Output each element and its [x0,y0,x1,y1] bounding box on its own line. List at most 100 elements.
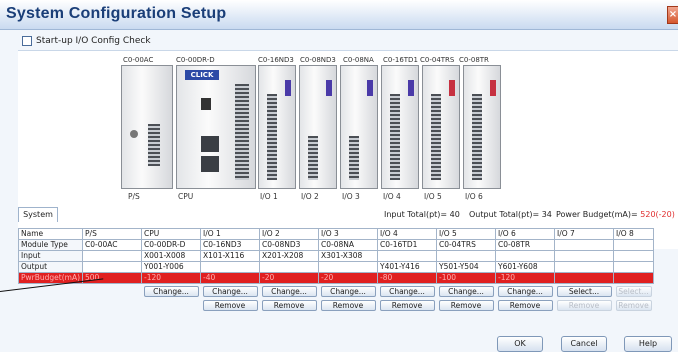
io3-terminal [349,136,359,180]
ethernet-port-icon [201,136,219,152]
table-cell [554,272,615,284]
table-cell: Y401-Y416 [377,261,438,273]
table-cell: C0-16ND3 [200,239,261,251]
remove-button-io6[interactable]: Remove [497,299,553,311]
table-cell: -120 [141,272,202,284]
table-cell: C0-08TR [495,239,556,251]
slot-label-io3: I/O 3 [342,192,360,201]
io1-color-stripe [285,80,291,96]
table-row: Module Type C0-00AC C0-00DR-D C0-16ND3 C… [17,239,655,251]
col-header: I/O 1 [200,228,261,240]
startup-checkbox-label: Start-up I/O Config Check [36,36,151,46]
spacer-cell [18,298,83,312]
io-module-2[interactable] [299,65,337,189]
module-label-io5: C0-04TRS [420,56,455,64]
tab-system[interactable]: System [18,207,58,222]
table-cell [554,239,615,251]
table-cell: X301-X308 [318,250,379,262]
startup-checkbox[interactable] [22,36,32,46]
remove-button-io4[interactable]: Remove [379,299,435,311]
remove-button-io5[interactable]: Remove [438,299,494,311]
change-button-row: Change... Change... Change... Change... … [18,283,654,298]
module-label-io1: C0-16ND3 [258,56,294,64]
module-label-io2: C0-08ND3 [300,56,336,64]
table-cell: C0-08ND3 [259,239,320,251]
table-cell: -20 [259,272,320,284]
io-module-6[interactable] [463,65,501,189]
change-button-io3[interactable]: Change... [320,285,376,297]
remove-button-io8: Remove [615,299,652,311]
power-supply-module[interactable] [121,65,173,189]
power-budget-value: 520(-20) [640,210,675,219]
col-header: CPU [141,228,202,240]
close-button[interactable]: × [667,6,678,24]
table-cell: Y001-Y006 [141,261,202,273]
table-cell: C0-00DR-D [141,239,202,251]
col-header: I/O 7 [554,228,615,240]
remove-button-io2[interactable]: Remove [261,299,317,311]
serial-port-icon [201,156,219,172]
table-cell: 500 [82,272,143,284]
help-button[interactable]: Help [624,336,672,352]
slot-label-io5: I/O 5 [424,192,442,201]
change-button-io6[interactable]: Change... [497,285,553,297]
change-button-io5[interactable]: Change... [438,285,494,297]
table-cell [613,261,655,273]
slot-label-cpu: CPU [178,192,194,201]
table-cell [554,250,615,262]
ps-indicator-icon [130,130,138,138]
io1-terminal [267,94,277,180]
cpu-module[interactable]: CLICK [176,65,256,189]
window-title: System Configuration Setup [6,5,227,22]
row-label-output: Output [17,261,84,273]
table-cell [613,239,655,251]
table-cell [377,250,438,262]
module-label-io3: C0-08NA [343,56,374,64]
table-cell [318,261,379,273]
table-cell: Y501-Y504 [436,261,497,273]
table-cell: -120 [495,272,556,284]
power-budget-row: PwrBudget(mA) 500 -120 -40 -20 -20 -80 -… [17,272,655,284]
ok-button[interactable]: OK [497,336,543,352]
module-label-ps: C0-00AC [123,56,154,64]
col-header: I/O 3 [318,228,379,240]
col-header: I/O 8 [613,228,655,240]
io6-terminal [472,94,482,180]
io4-color-stripe [408,80,414,96]
select-button-io7[interactable]: Select... [556,285,612,297]
change-button-io4[interactable]: Change... [379,285,435,297]
spacer-cell [82,283,142,298]
io-module-5[interactable] [422,65,460,189]
io2-terminal [308,136,318,180]
io-module-3[interactable] [340,65,378,189]
cpu-port-icon [201,98,211,110]
table-row: Output Y001-Y006 Y401-Y416 Y501-Y504 Y60… [17,261,655,273]
slot-label-io4: I/O 4 [383,192,401,201]
startup-io-config-check[interactable]: Start-up I/O Config Check [22,36,151,46]
change-button-io1[interactable]: Change... [202,285,258,297]
table-cell [82,250,143,262]
col-header: I/O 2 [259,228,320,240]
module-label-io4: C0-16TD1 [383,56,418,64]
cancel-button[interactable]: Cancel [561,336,607,352]
table-cell [495,250,556,262]
remove-button-io3[interactable]: Remove [320,299,376,311]
change-button-io2[interactable]: Change... [261,285,317,297]
slot-label-io6: I/O 6 [465,192,483,201]
io-module-4[interactable] [381,65,419,189]
table-cell: -40 [200,272,261,284]
click-logo: CLICK [185,70,219,80]
table-cell: X001-X008 [141,250,202,262]
remove-button-io1[interactable]: Remove [202,299,258,311]
module-label-io6: C0-08TR [459,56,489,64]
io-module-1[interactable] [258,65,296,189]
slot-label-io2: I/O 2 [301,192,319,201]
table-cell: X101-X116 [200,250,261,262]
table-header-row: Name P/S CPU I/O 1 I/O 2 I/O 3 I/O 4 I/O… [17,228,655,240]
col-header: P/S [82,228,143,240]
table-cell [613,272,655,284]
module-label-cpu: C0-00DR-D [176,56,215,64]
change-button-cpu[interactable]: Change... [143,285,199,297]
col-header: I/O 4 [377,228,438,240]
select-button-io8: Select... [615,285,652,297]
